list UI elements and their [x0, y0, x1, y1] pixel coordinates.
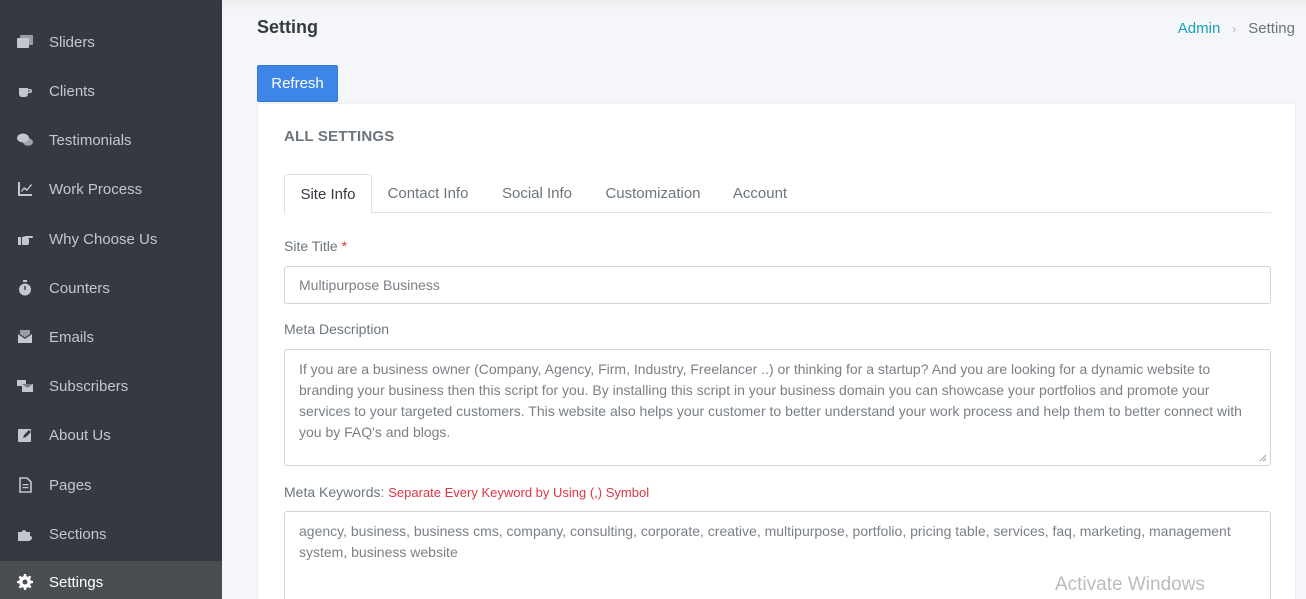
breadcrumb-current: Setting	[1248, 20, 1295, 37]
sidebar-item-settings[interactable]: Settings	[0, 561, 222, 599]
coffee-icon	[16, 82, 34, 100]
settings-card: ALL SETTINGS Site Info Contact Info Soci…	[257, 103, 1296, 599]
file-icon	[16, 476, 34, 494]
sidebar-item-sections[interactable]: Sections	[0, 515, 222, 553]
sidebar-item-label: Counters	[49, 279, 110, 297]
sidebar-item-label: Pages	[49, 476, 92, 494]
sidebar-item-subscribers[interactable]: Subscribers	[0, 367, 222, 405]
sidebar-item-label: Why Choose Us	[49, 230, 158, 248]
sidebar: Sliders Clients Testimonials Work Proces…	[0, 0, 222, 599]
sidebar-item-emails[interactable]: Emails	[0, 318, 222, 356]
sidebar-item-about-us[interactable]: About Us	[0, 416, 222, 454]
images-icon	[16, 33, 34, 51]
meta-keywords-text: agency, business, business cms, company,…	[299, 523, 1231, 560]
settings-tabs: Site Info Contact Info Social Info Custo…	[284, 174, 1271, 214]
tab-account[interactable]: Account	[728, 174, 792, 213]
gear-icon	[16, 573, 34, 591]
tab-site-info[interactable]: Site Info	[284, 174, 372, 214]
sidebar-item-pages[interactable]: Pages	[0, 466, 222, 504]
sidebar-item-label: Subscribers	[49, 377, 129, 395]
edit-icon	[16, 426, 34, 444]
meta-description-textarea[interactable]: If you are a business owner (Company, Ag…	[284, 349, 1271, 466]
main-content: Setting Admin › Setting Refresh ALL SETT…	[222, 0, 1306, 599]
breadcrumb-admin-link[interactable]: Admin	[1178, 20, 1221, 37]
comments-icon	[16, 131, 34, 149]
meta-description-label: Meta Description	[284, 321, 390, 337]
sidebar-item-work-process[interactable]: Work Process	[0, 170, 222, 208]
refresh-button[interactable]: Refresh	[257, 65, 338, 102]
sidebar-item-why-choose-us[interactable]: Why Choose Us	[0, 220, 222, 258]
sidebar-item-label: Clients	[49, 82, 95, 100]
meta-keywords-label-text: Meta Keywords:	[284, 484, 385, 500]
sidebar-item-label: Settings	[49, 573, 104, 591]
app-window: Sliders Clients Testimonials Work Proces…	[0, 0, 1306, 599]
chevron-right-icon: ›	[1232, 21, 1237, 36]
sidebar-item-sliders[interactable]: Sliders	[0, 23, 222, 61]
sidebar-item-label: Sections	[49, 525, 107, 543]
chart-line-icon	[16, 180, 34, 198]
sidebar-item-label: About Us	[49, 426, 111, 444]
page-title: Setting	[257, 17, 318, 37]
sidebar-item-counters[interactable]: Counters	[0, 269, 222, 307]
card-title: ALL SETTINGS	[284, 128, 395, 145]
resize-handle-icon[interactable]	[1259, 454, 1267, 462]
tab-social-info[interactable]: Social Info	[494, 174, 580, 213]
tab-customization[interactable]: Customization	[598, 174, 708, 213]
site-title-label: Site Title *	[284, 238, 347, 254]
sidebar-item-label: Emails	[49, 328, 95, 346]
sidebar-item-testimonials[interactable]: Testimonials	[0, 121, 222, 159]
site-title-label-text: Site Title	[284, 238, 338, 254]
required-mark: *	[341, 238, 348, 254]
sidebar-item-clients[interactable]: Clients	[0, 72, 222, 110]
puzzle-icon	[16, 525, 34, 543]
sidebar-item-label: Sliders	[49, 33, 95, 51]
breadcrumb: Admin › Setting	[1178, 20, 1295, 37]
hand-point-icon	[16, 230, 34, 248]
tab-contact-info[interactable]: Contact Info	[382, 174, 474, 213]
activate-windows-watermark: Activate Windows	[1055, 574, 1205, 595]
top-shadow	[222, 0, 1306, 10]
meta-keywords-hint: Separate Every Keyword by Using (,) Symb…	[388, 485, 650, 500]
mail-bulk-icon	[16, 328, 34, 346]
sidebar-item-label: Work Process	[49, 180, 143, 198]
meta-keywords-label: Meta Keywords: Separate Every Keyword by…	[284, 484, 649, 500]
stopwatch-icon	[16, 279, 34, 297]
mail-stack-icon	[16, 377, 34, 395]
site-title-input[interactable]: Multipurpose Business	[284, 266, 1271, 304]
sidebar-item-label: Testimonials	[49, 131, 132, 149]
meta-description-text: If you are a business owner (Company, Ag…	[299, 361, 1242, 440]
